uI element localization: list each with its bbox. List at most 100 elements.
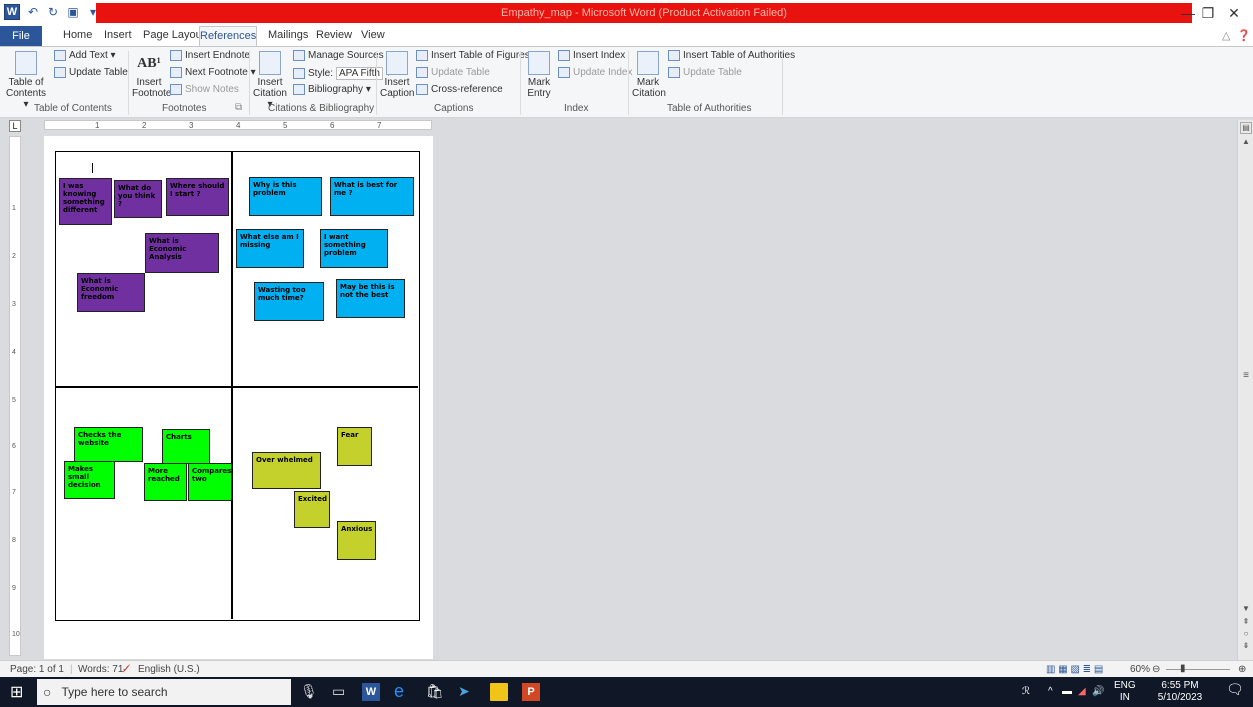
tab-file[interactable]: File xyxy=(0,26,42,46)
redo-icon[interactable]: ↻ xyxy=(46,5,60,19)
scroll-thumb[interactable]: ≡ xyxy=(1240,370,1252,381)
people-icon[interactable]: ℛ xyxy=(1022,686,1030,698)
browse-object-icon[interactable]: ○ xyxy=(1240,629,1252,639)
vertical-scrollbar[interactable]: ▤ ▲ ≡ ▼ ⇞ ○ ⇟ xyxy=(1237,120,1253,660)
tab-view[interactable]: View xyxy=(361,29,385,41)
scroll-down-icon[interactable]: ▼ xyxy=(1240,604,1252,614)
undo-icon[interactable]: ↶ xyxy=(26,5,40,19)
bibliography-button[interactable]: Bibliography ▾ xyxy=(293,84,371,95)
insert-table-of-authorities-button[interactable]: Insert Table of Authorities xyxy=(668,50,795,61)
update-index-button[interactable]: Update Index xyxy=(558,67,633,78)
view-buttons-icon[interactable]: ▥ ▦ ▧ ≣ ▤ xyxy=(1046,664,1103,675)
edge-icon[interactable]: e xyxy=(394,681,412,701)
tab-page-layout[interactable]: Page Layout xyxy=(143,29,205,41)
minimize-ribbon-icon[interactable]: △ xyxy=(1222,29,1230,42)
scroll-up-icon[interactable]: ▲ xyxy=(1240,137,1252,147)
sticky-note-olive[interactable]: Excited xyxy=(294,491,330,528)
minimize-icon[interactable]: — xyxy=(1178,5,1198,21)
tab-home[interactable]: Home xyxy=(63,29,92,41)
sticky-note-green[interactable]: Makes small decision xyxy=(64,461,115,499)
next-footnote-button[interactable]: Next Footnote ▾ xyxy=(170,67,256,78)
zoom-out-icon[interactable]: ⊖ xyxy=(1152,664,1160,675)
help-icon[interactable]: ❓ xyxy=(1237,29,1251,42)
insert-index-button[interactable]: Insert Index xyxy=(558,50,625,61)
save-icon[interactable]: ▣ xyxy=(66,5,80,19)
zoom-level[interactable]: 60% xyxy=(1130,664,1150,675)
network-icon[interactable]: ◢ xyxy=(1078,686,1086,698)
update-table-button[interactable]: Update Table xyxy=(54,67,128,78)
sticky-note-purple[interactable]: What is Economic freedom xyxy=(77,273,145,312)
mark-citation-button[interactable]: Mark Citation xyxy=(632,51,666,99)
tab-review[interactable]: Review xyxy=(316,29,352,41)
mark-entry-button[interactable]: Mark Entry xyxy=(524,51,554,99)
manage-sources-button[interactable]: Manage Sources xyxy=(293,50,384,61)
task-view-icon[interactable]: ▭ xyxy=(332,683,350,701)
restore-icon[interactable]: ❐ xyxy=(1198,5,1218,22)
ruler-toggle-icon[interactable]: ▤ xyxy=(1240,122,1252,134)
sticky-note-green[interactable]: Checks the website xyxy=(74,427,143,462)
language-status[interactable]: English (U.S.) xyxy=(138,664,200,675)
tab-mailings[interactable]: Mailings xyxy=(268,29,308,41)
tray-expand-icon[interactable]: ^ xyxy=(1048,686,1053,698)
sticky-note-purple[interactable]: What is Economic Analysis xyxy=(145,233,219,273)
tab-insert[interactable]: Insert xyxy=(104,29,132,41)
vertical-ruler[interactable]: 1 2 3 4 5 6 7 8 9 10 xyxy=(9,136,21,656)
zoom-slider[interactable] xyxy=(1166,669,1230,670)
zoom-slider-thumb[interactable]: ▮ xyxy=(1180,663,1186,674)
show-notes-button[interactable]: Show Notes xyxy=(170,84,239,95)
powerpoint-icon[interactable]: P xyxy=(522,683,540,701)
empathy-map-table[interactable]: I was knowing something different What d… xyxy=(55,151,420,621)
app-icon[interactable]: ➤ xyxy=(458,683,476,701)
volume-icon[interactable]: 🔊 xyxy=(1092,686,1104,698)
store-icon[interactable]: 🛍 xyxy=(426,683,444,701)
taskbar-search[interactable]: ○ Type here to search xyxy=(37,679,291,705)
sticky-note-purple[interactable]: Where should I start ? xyxy=(166,178,229,216)
cross-reference-button[interactable]: Cross-reference xyxy=(416,84,503,95)
insert-caption-button[interactable]: Insert Caption xyxy=(380,51,414,99)
tab-selector[interactable]: L xyxy=(9,120,21,132)
sticky-note-blue[interactable]: What is best for me ? xyxy=(330,177,414,216)
insert-citation-button[interactable]: Insert Citation ▾ xyxy=(252,51,288,110)
word-app-icon[interactable]: W xyxy=(4,4,20,20)
sticky-note-blue[interactable]: I want something problem xyxy=(320,229,388,268)
tab-references[interactable]: References xyxy=(199,26,257,47)
word-count[interactable]: Words: 71 xyxy=(78,664,123,675)
previous-page-icon[interactable]: ⇞ xyxy=(1240,617,1252,627)
page-count[interactable]: Page: 1 of 1 xyxy=(10,664,64,675)
update-table-authorities-button[interactable]: Update Table xyxy=(668,67,742,78)
sticky-note-green[interactable]: Charts xyxy=(162,429,210,464)
sticky-note-olive[interactable]: Over whelmed xyxy=(252,452,321,489)
sticky-note-purple[interactable]: I was knowing something different xyxy=(59,178,112,225)
proofing-icon[interactable]: ✓̸ xyxy=(122,664,130,675)
table-of-contents-button[interactable]: Table of Contents ▾ xyxy=(6,51,46,110)
microphone-icon[interactable]: 🎙 xyxy=(300,683,318,701)
windows-start-icon[interactable]: ⊞ xyxy=(10,682,28,701)
sticky-note-olive[interactable]: Fear xyxy=(337,427,372,466)
sticky-note-olive[interactable]: Anxious xyxy=(337,521,376,560)
add-text-button[interactable]: Add Text ▾ xyxy=(54,50,116,61)
file-explorer-icon[interactable] xyxy=(490,683,508,701)
insert-footnote-button[interactable]: AB¹ Insert Footnote xyxy=(132,51,171,99)
battery-icon[interactable]: ▬ xyxy=(1062,686,1072,698)
sticky-note-blue[interactable]: What else am I missing xyxy=(236,229,304,268)
word-taskbar-icon[interactable]: W xyxy=(362,683,380,701)
sticky-note-blue[interactable]: Wasting too much time? xyxy=(254,282,324,321)
sticky-note-blue[interactable]: Why is this problem xyxy=(249,177,322,216)
sticky-note-green[interactable]: Compares two xyxy=(188,463,232,501)
insert-table-of-figures-button[interactable]: Insert Table of Figures xyxy=(416,50,530,61)
close-icon[interactable]: ✕ xyxy=(1224,5,1244,22)
sticky-note-blue[interactable]: May be this is not the best xyxy=(336,279,405,318)
cross-reference-icon xyxy=(416,84,428,95)
zoom-in-icon[interactable]: ⊕ xyxy=(1238,664,1246,675)
document-page[interactable]: I was knowing something different What d… xyxy=(44,136,433,659)
insert-endnote-button[interactable]: Insert Endnote xyxy=(170,50,250,61)
sticky-note-purple[interactable]: What do you think ? xyxy=(114,180,162,218)
next-page-icon[interactable]: ⇟ xyxy=(1240,641,1252,651)
language-indicator[interactable]: ENG IN xyxy=(1114,680,1136,704)
sticky-note-green[interactable]: More reached xyxy=(144,463,187,501)
notification-icon[interactable]: 🗨 xyxy=(1226,682,1244,696)
clock[interactable]: 6:55 PM 5/10/2023 xyxy=(1150,680,1210,704)
horizontal-ruler[interactable]: 1 2 3 4 5 6 7 xyxy=(44,120,432,130)
update-table-figures-button[interactable]: Update Table xyxy=(416,67,490,78)
footnotes-dialog-launcher-icon[interactable]: ⧉ xyxy=(235,102,242,113)
